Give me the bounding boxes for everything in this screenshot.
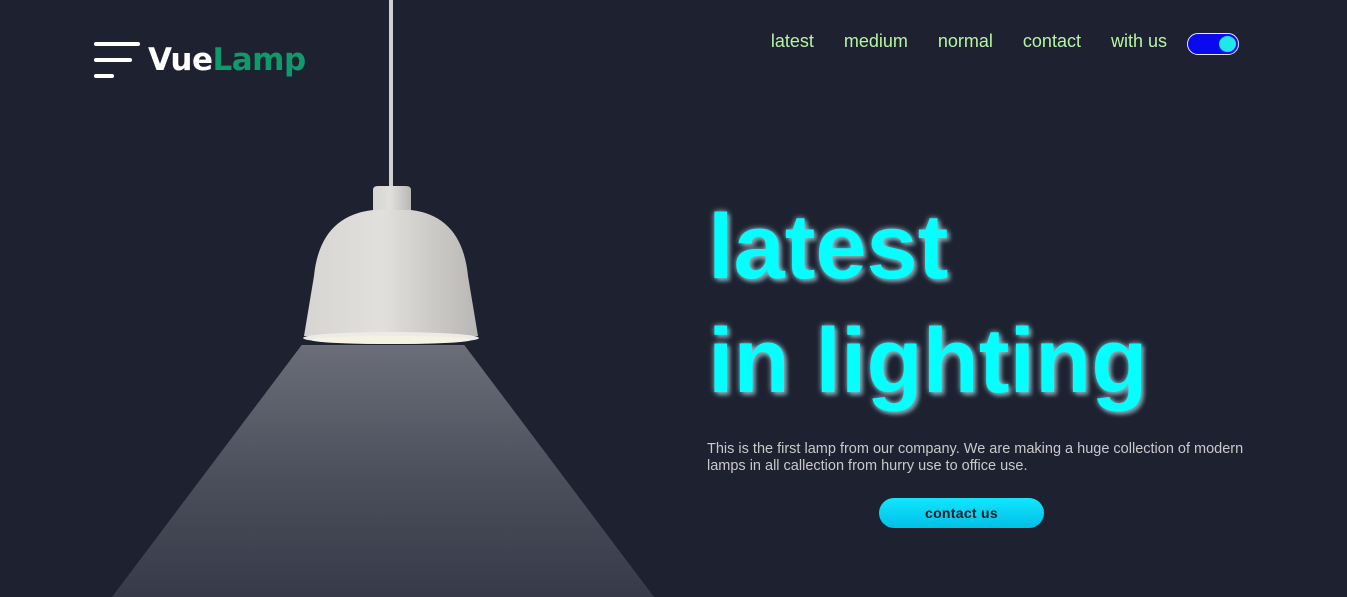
hero-title-line-1: latest xyxy=(708,196,949,298)
hero-description: This is the first lamp from our company.… xyxy=(707,441,1244,474)
hero-title-line-2: in lighting xyxy=(708,310,1148,412)
nav-link-normal[interactable]: normal xyxy=(938,31,993,52)
light-beam xyxy=(112,345,654,597)
nav-link-medium[interactable]: medium xyxy=(844,31,908,52)
brand-part-lamp: Lamp xyxy=(212,42,306,78)
menu-icon[interactable] xyxy=(94,40,140,80)
logo[interactable]: VueLamp xyxy=(94,40,306,80)
lamp-cord xyxy=(389,0,393,190)
brand-name: VueLamp xyxy=(148,42,306,78)
theme-toggle[interactable] xyxy=(1187,33,1239,55)
nav-link-contact[interactable]: contact xyxy=(1023,31,1081,52)
main-nav: latest medium normal contact with us xyxy=(771,31,1167,52)
hero-title: latest in lighting xyxy=(708,190,1147,418)
contact-us-button[interactable]: contact us xyxy=(879,498,1044,528)
toggle-knob xyxy=(1219,36,1236,52)
pendant-lamp-image xyxy=(303,186,479,344)
nav-link-latest[interactable]: latest xyxy=(771,31,814,52)
landing-page: VueLamp latest medium normal contact wit… xyxy=(0,0,1347,597)
nav-link-with-us[interactable]: with us xyxy=(1111,31,1167,52)
brand-part-vue: Vue xyxy=(148,42,213,78)
